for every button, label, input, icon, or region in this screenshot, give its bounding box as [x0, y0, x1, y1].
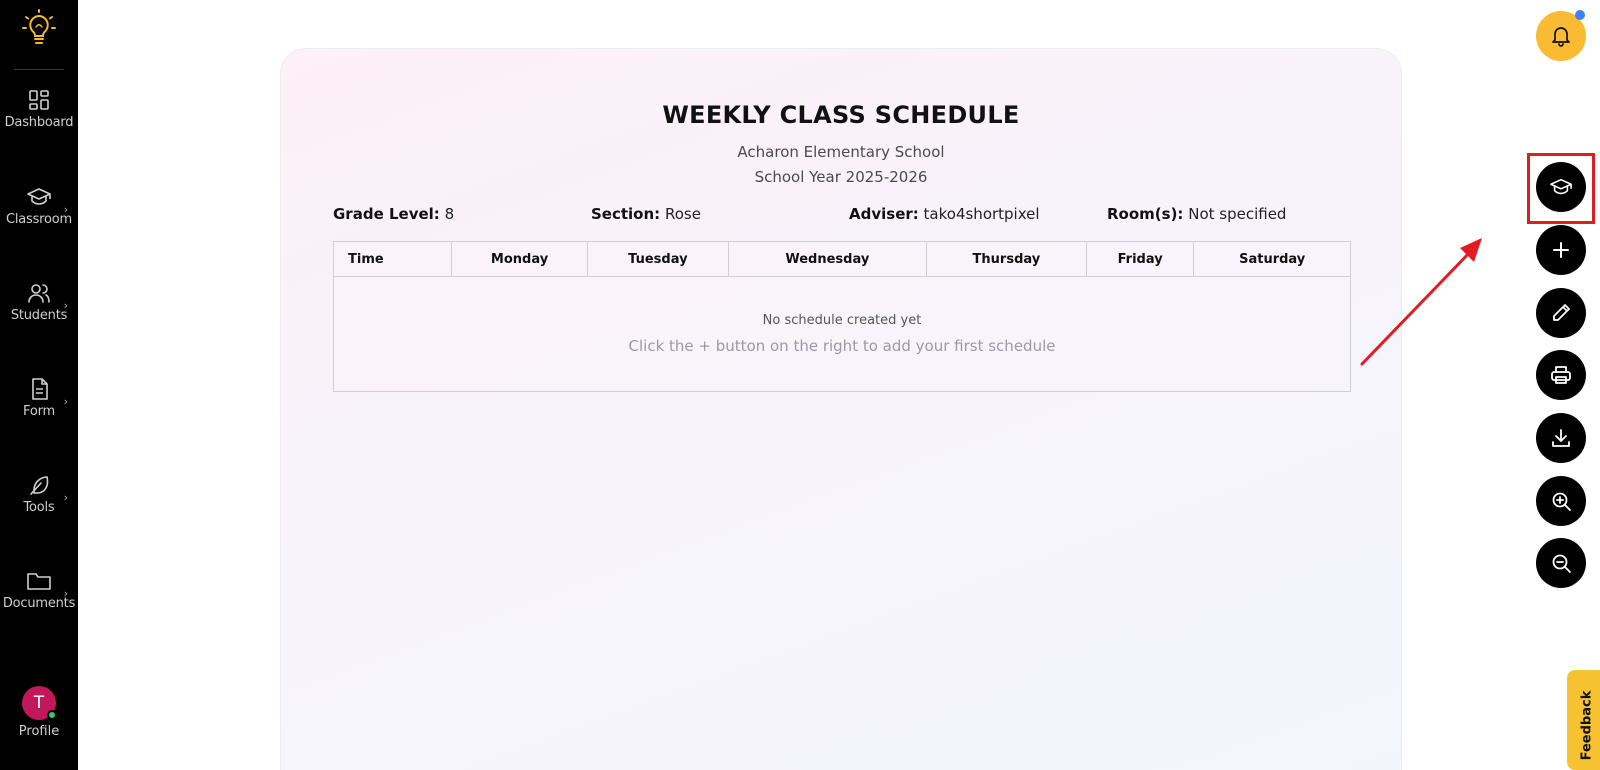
- empty-state-row: No schedule created yet Click the + butt…: [333, 276, 1351, 392]
- empty-state-hint: Click the + button on the right to add y…: [628, 337, 1056, 355]
- download-button[interactable]: [1536, 413, 1586, 463]
- column-header-monday: Monday: [451, 241, 588, 277]
- sidebar-item-form[interactable]: Form ›: [0, 377, 78, 447]
- zoom-out-button[interactable]: [1536, 538, 1586, 588]
- section-value: Rose: [664, 205, 701, 223]
- profile-label: Profile: [18, 724, 60, 739]
- graduation-cap-icon: [1550, 178, 1572, 195]
- school-name: Acharon Elementary School: [737, 143, 945, 161]
- feather-icon: [30, 476, 49, 495]
- dashboard-icon: [29, 90, 49, 110]
- column-header-wednesday: Wednesday: [727, 241, 927, 277]
- section-info: Section: Rose: [591, 205, 701, 223]
- avatar: T: [22, 686, 57, 720]
- sidebar: Dashboard Classroom › Students › Form › …: [0, 0, 78, 770]
- logo-divider: [14, 69, 64, 70]
- adviser-value: tako4shortpixel: [923, 205, 1040, 223]
- add-schedule-button[interactable]: [1536, 225, 1586, 275]
- folder-icon: [27, 573, 51, 590]
- rooms-info: Room(s): Not specified: [1107, 205, 1286, 223]
- chevron-right-icon: ›: [63, 587, 68, 600]
- sidebar-profile[interactable]: T Profile: [0, 686, 78, 746]
- sidebar-item-label: Dashboard: [4, 115, 74, 130]
- column-header-friday: Friday: [1085, 241, 1195, 277]
- grade-level-value: 8: [444, 205, 455, 223]
- sidebar-item-classroom[interactable]: Classroom ›: [0, 185, 78, 255]
- column-header-saturday: Saturday: [1193, 241, 1351, 277]
- print-button[interactable]: [1536, 350, 1586, 400]
- empty-state-title: No schedule created yet: [762, 313, 922, 328]
- chevron-right-icon: ›: [63, 395, 68, 408]
- class-settings-button[interactable]: [1536, 162, 1586, 212]
- zoom-in-button[interactable]: [1536, 476, 1586, 526]
- sidebar-item-students[interactable]: Students ›: [0, 281, 78, 351]
- bell-icon: [1552, 27, 1570, 47]
- sidebar-item-dashboard[interactable]: Dashboard: [0, 88, 78, 158]
- column-header-tuesday: Tuesday: [586, 241, 729, 277]
- sidebar-item-documents[interactable]: Documents ›: [0, 569, 78, 639]
- column-header-time: Time: [332, 241, 453, 277]
- rooms-label: Room(s):: [1107, 205, 1184, 223]
- chevron-right-icon: ›: [63, 299, 68, 312]
- zoom-out-icon: [1552, 554, 1571, 573]
- feedback-label: Feedback: [1579, 690, 1595, 761]
- users-icon: [28, 284, 50, 303]
- adviser-label: Adviser:: [849, 205, 919, 223]
- graduation-cap-icon: [27, 188, 51, 205]
- grade-level-info: Grade Level: 8: [333, 205, 454, 223]
- empty-state-cell: No schedule created yet Click the + butt…: [333, 276, 1351, 392]
- chevron-right-icon: ›: [63, 491, 68, 504]
- feedback-tab[interactable]: Feedback: [1567, 670, 1600, 770]
- schedule-card: WEEKLY CLASS SCHEDULE Acharon Elementary…: [280, 48, 1402, 770]
- sidebar-item-tools[interactable]: Tools ›: [0, 473, 78, 543]
- schedule-table: Time Monday Tuesday Wednesday Thursday F…: [332, 241, 1351, 392]
- page-title: WEEKLY CLASS SCHEDULE: [662, 101, 1020, 129]
- notifications-button[interactable]: [1536, 10, 1586, 61]
- zoom-in-icon: [1552, 492, 1571, 511]
- online-status-dot: [47, 710, 57, 720]
- pencil-icon: [1553, 304, 1570, 321]
- printer-icon: [1551, 366, 1571, 384]
- plus-icon: [1553, 242, 1569, 258]
- schedule-header-row: Time Monday Tuesday Wednesday Thursday F…: [332, 241, 1351, 277]
- school-year: School Year 2025-2026: [754, 168, 928, 186]
- grade-level-label: Grade Level:: [333, 205, 440, 223]
- section-label: Section:: [591, 205, 661, 223]
- lightbulb-logo-icon[interactable]: [21, 8, 57, 48]
- annotation-arrow-icon: [1360, 238, 1482, 366]
- download-icon: [1552, 429, 1570, 447]
- edit-schedule-button[interactable]: [1536, 288, 1586, 338]
- notification-dot: [1575, 10, 1585, 20]
- chevron-right-icon: ›: [63, 203, 68, 216]
- avatar-initial: T: [33, 693, 45, 713]
- document-icon: [32, 378, 48, 400]
- adviser-info: Adviser: tako4shortpixel: [849, 205, 1040, 223]
- column-header-thursday: Thursday: [925, 241, 1087, 277]
- rooms-value: Not specified: [1188, 205, 1287, 223]
